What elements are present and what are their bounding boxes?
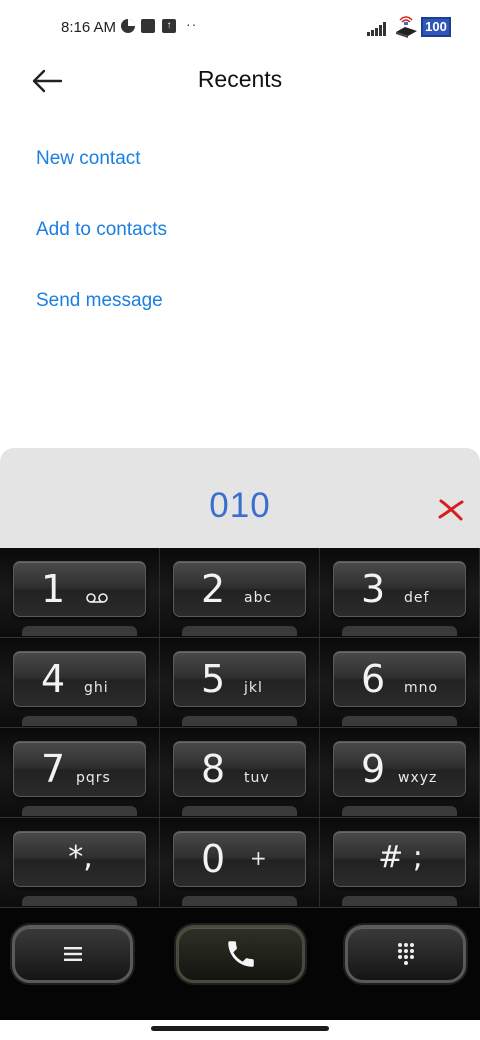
wifi-router-icon [396,16,417,38]
page-title: Recents [197,66,283,92]
more-notifications-icon: ·· [186,16,198,32]
key-cell: 0 + [160,818,320,908]
dialer-panel: 010 1 2 abc 3 def 4 ghi 5 jkl 6 mno 7 pq… [0,448,480,1020]
key-cell: 3 def [320,548,480,638]
key-shadow [342,716,457,726]
key-digit: 6 [361,657,386,701]
key-digit: 8 [201,747,226,791]
key-letters: def [404,590,430,606]
key-cell: 1 [0,548,160,638]
key-symbol: *, [68,840,93,875]
key-cell: *, [0,818,160,908]
key-digit: 4 [41,657,66,701]
key-letters: + [250,846,268,870]
menu-icon [15,928,130,980]
key-shadow [22,716,137,726]
send-message-link[interactable]: Send message [36,290,163,312]
key-digit: 1 [41,567,66,611]
key-4[interactable]: 4 ghi [13,651,146,707]
key-0[interactable]: 0 + [173,831,306,887]
key-shadow [182,716,297,726]
key-9[interactable]: 9 wxyz [333,741,466,797]
add-to-contacts-link[interactable]: Add to contacts [36,219,167,241]
key-digit: 7 [41,747,66,791]
key-letters: wxyz [398,770,438,786]
key-digit: 9 [361,747,386,791]
key-letters: ghi [84,680,109,696]
key-6[interactable]: 6 mno [333,651,466,707]
menu-button[interactable] [12,925,133,983]
voicemail-icon [86,593,108,603]
number-display-bar: 010 [0,448,480,548]
new-contact-link[interactable]: New contact [36,148,141,170]
key-cell: 6 mno [320,638,480,728]
key-shadow [22,806,137,816]
call-button[interactable] [176,925,305,983]
key-cell: 7 pqrs [0,728,160,818]
dialpad-icon [348,928,463,980]
backspace-x-icon[interactable] [437,495,465,523]
key-shadow [182,626,297,636]
key-7[interactable]: 7 pqrs [13,741,146,797]
key-hash[interactable]: # ; [333,831,466,887]
signal-icon [367,22,389,36]
upload-icon: ↑ [162,19,176,33]
key-shadow [182,806,297,816]
key-shadow [342,626,457,636]
key-letters: abc [244,590,273,606]
key-shadow [182,896,297,906]
key-digit: 2 [201,567,226,611]
key-cell: 2 abc [160,548,320,638]
key-5[interactable]: 5 jkl [173,651,306,707]
key-digit: 0 [201,837,226,881]
key-digit: 3 [361,567,386,611]
key-cell: # ; [320,818,480,908]
key-2[interactable]: 2 abc [173,561,306,617]
key-symbol: # ; [378,840,423,875]
key-cell: 9 wxyz [320,728,480,818]
key-cell: 5 jkl [160,638,320,728]
key-3[interactable]: 3 def [333,561,466,617]
dialed-number: 010 [209,486,271,525]
dialpad-toggle-button[interactable] [345,925,466,983]
phone-icon [179,928,302,980]
key-digit: 5 [201,657,226,701]
key-star[interactable]: *, [13,831,146,887]
notification-square-icon [141,19,155,33]
key-shadow [342,806,457,816]
keypad: 1 2 abc 3 def 4 ghi 5 jkl 6 mno 7 pqrs 8… [0,548,480,908]
key-shadow [22,626,137,636]
home-indicator[interactable] [151,1026,329,1031]
key-cell: 8 tuv [160,728,320,818]
do-not-disturb-icon [121,19,135,33]
key-shadow [22,896,137,906]
key-8[interactable]: 8 tuv [173,741,306,797]
key-letters: mno [404,680,439,696]
dialer-bottom-bar [0,908,480,1020]
key-cell: 4 ghi [0,638,160,728]
battery-icon: 100 [421,17,451,37]
key-letters: jkl [244,680,263,696]
key-letters: pqrs [76,770,111,786]
key-shadow [342,896,457,906]
key-letters: tuv [244,770,270,786]
status-bar: 8:16 AM ↑ ·· 100 [0,0,480,56]
key-1[interactable]: 1 [13,561,146,617]
status-time: 8:16 AM [61,19,117,36]
